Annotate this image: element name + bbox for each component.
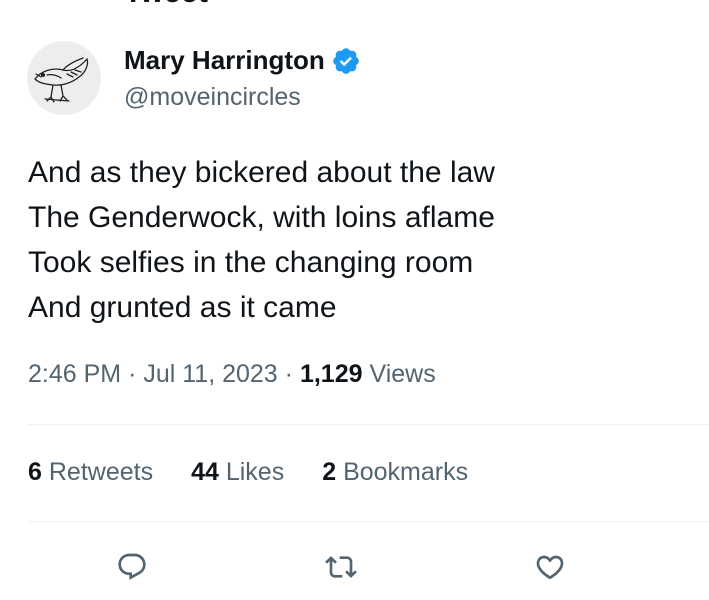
views-count: 1,129 (299, 360, 363, 388)
top-header: Tweet (0, 0, 709, 10)
retweet-icon (325, 556, 357, 578)
tweet-line: And grunted as it came (28, 291, 337, 324)
meta-separator: · (128, 360, 137, 388)
tweet-date[interactable]: Jul 11, 2023 (143, 360, 277, 388)
like-icon (536, 555, 564, 580)
divider (28, 521, 709, 522)
reply-icon (118, 553, 146, 580)
bookmarks-stat[interactable]: 2 Bookmarks (322, 458, 468, 487)
meta-separator: · (284, 360, 293, 388)
likes-count: 44 (191, 458, 219, 486)
bird-sketch-icon (34, 57, 89, 103)
bookmarks-count: 2 (322, 458, 337, 486)
author-name-row[interactable]: Mary Harrington (124, 45, 361, 76)
tweet-stats: 6 Retweets 44 Likes 2 Bookmarks (28, 458, 468, 487)
action-bar (0, 545, 709, 589)
tweet-line: The Genderwock, with loins aflame (28, 201, 495, 234)
retweets-stat[interactable]: 6 Retweets (28, 458, 153, 487)
tweet-time[interactable]: 2:46 PM (28, 360, 121, 388)
bookmarks-label: Bookmarks (343, 458, 469, 486)
reply-button[interactable] (110, 545, 154, 589)
retweet-button[interactable] (319, 545, 363, 589)
like-button[interactable] (528, 545, 572, 589)
author-name[interactable]: Mary Harrington (124, 45, 325, 76)
likes-label: Likes (225, 458, 285, 486)
author-handle[interactable]: @moveincircles (124, 83, 301, 112)
verified-badge-icon (333, 47, 359, 74)
tweet-text: And as they bickered about the law The G… (28, 150, 688, 330)
tweet-line: And as they bickered about the law (28, 156, 495, 189)
retweets-count: 6 (28, 458, 42, 486)
views-label: Views (369, 360, 436, 388)
page-title: Tweet (124, 0, 208, 10)
avatar[interactable] (27, 41, 101, 115)
retweets-label: Retweets (48, 458, 154, 486)
tweet-line: Took selfies in the changing room (28, 246, 474, 279)
likes-stat[interactable]: 44 Likes (191, 458, 284, 487)
divider (28, 424, 709, 425)
tweet-meta: 2:46 PM · Jul 11, 2023 · 1,129 Views (28, 360, 436, 389)
